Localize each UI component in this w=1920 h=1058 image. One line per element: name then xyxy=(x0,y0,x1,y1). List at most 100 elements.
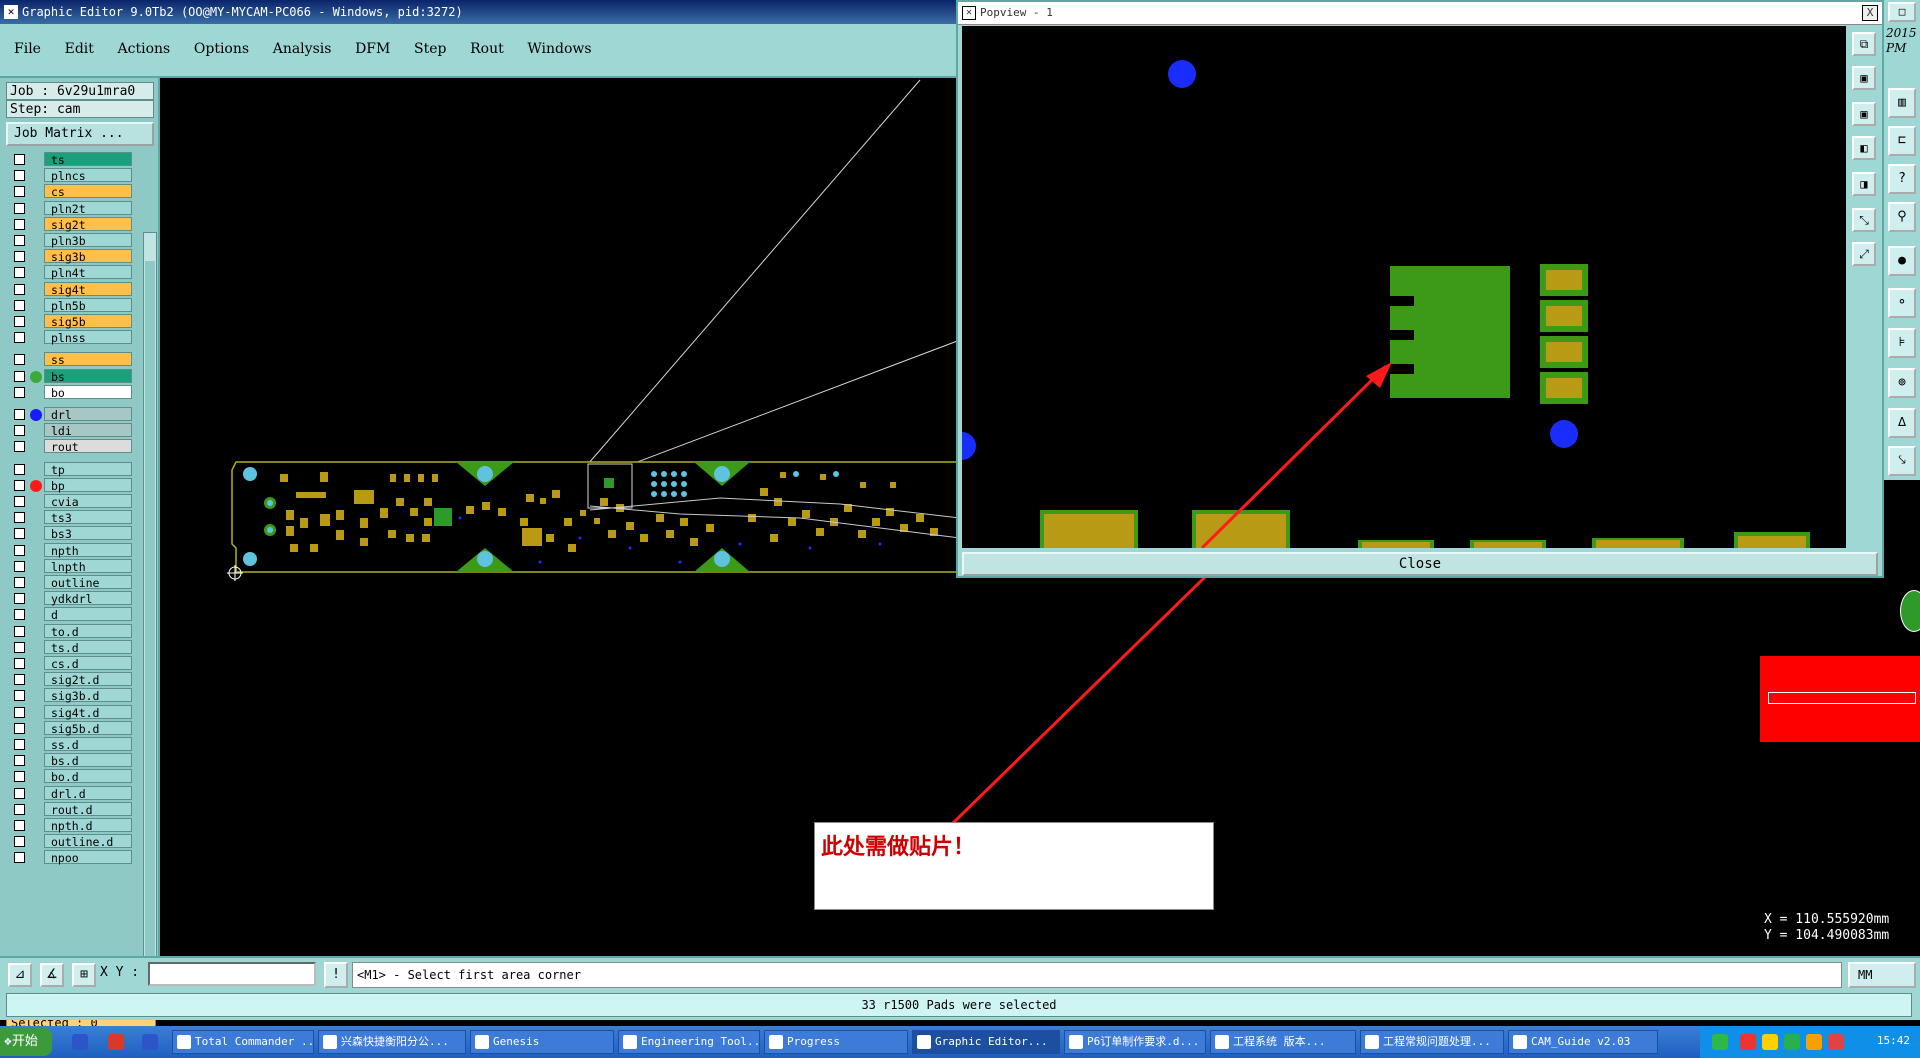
layer-name[interactable]: sig4t.d xyxy=(44,704,132,720)
snap-icon[interactable]: ⊏ xyxy=(1888,126,1916,156)
layer-name[interactable]: outline.d xyxy=(44,834,132,849)
layer-checkbox[interactable] xyxy=(14,479,25,491)
layer-row[interactable]: pln3b xyxy=(6,233,140,248)
layer-row[interactable]: bs.d xyxy=(6,753,140,768)
popview-pan-right-icon[interactable]: ◨ xyxy=(1852,172,1876,196)
layer-row[interactable]: d xyxy=(6,607,140,622)
tray-icon[interactable] xyxy=(1828,1034,1844,1050)
menu-rout[interactable]: Rout xyxy=(470,41,504,57)
popview-close-button[interactable]: Close xyxy=(962,552,1878,576)
layer-row[interactable]: npoo xyxy=(6,850,140,865)
layer-row[interactable]: cvia xyxy=(6,494,140,509)
layer-checkbox[interactable] xyxy=(14,496,25,507)
quicklaunch-icon[interactable] xyxy=(142,1034,158,1050)
layer-checkbox[interactable] xyxy=(14,441,25,453)
layer-name[interactable]: ss xyxy=(44,352,132,367)
scrollbar-thumb[interactable] xyxy=(145,261,155,961)
component-icon[interactable]: ⊚ xyxy=(1888,368,1916,398)
layer-row[interactable]: bo xyxy=(6,384,140,400)
popview-zoom-out-icon[interactable]: ⤢ xyxy=(1852,242,1876,266)
layer-checkbox[interactable] xyxy=(14,316,25,327)
layer-checkbox[interactable] xyxy=(14,409,25,420)
layer-row[interactable]: plnss xyxy=(6,330,140,345)
layer-name[interactable]: plnss xyxy=(44,330,132,345)
layer-row[interactable]: pln5b xyxy=(6,297,140,313)
layer-name[interactable]: sig3b xyxy=(44,249,132,264)
layer-name[interactable]: tp xyxy=(44,461,132,477)
layer-row[interactable]: rout xyxy=(6,439,140,454)
measure-mode-icon[interactable]: ∡ xyxy=(40,963,64,987)
layer-checkbox[interactable] xyxy=(14,186,25,198)
layer-row[interactable]: sig3b.d xyxy=(6,688,140,703)
layer-name[interactable]: rout xyxy=(44,439,132,454)
layer-row[interactable]: bo.d xyxy=(6,769,140,784)
layer-checkbox[interactable] xyxy=(14,528,25,540)
layer-row[interactable]: bp xyxy=(6,477,140,493)
layer-checkbox[interactable] xyxy=(14,852,25,864)
popview-zoom-in-icon[interactable]: ⤡ xyxy=(1852,208,1876,232)
layer-checkbox[interactable] xyxy=(14,577,25,588)
layer-name[interactable]: plncs xyxy=(44,168,132,183)
job-matrix-button[interactable]: Job Matrix ... xyxy=(6,122,154,146)
layer-row[interactable]: outline.d xyxy=(6,834,140,849)
layer-name[interactable]: bo.d xyxy=(44,769,132,784)
popview-pan-up-icon[interactable]: ▣ xyxy=(1852,66,1876,90)
layer-row[interactable]: cs xyxy=(6,184,140,199)
layer-checkbox[interactable] xyxy=(14,299,25,311)
taskbar-item[interactable]: CAM_Guide v2.03 xyxy=(1508,1030,1658,1054)
connect-icon[interactable]: ⚬ xyxy=(1888,288,1916,318)
layer-name[interactable]: sig5b.d xyxy=(44,720,132,736)
layer-checkbox[interactable] xyxy=(14,755,25,767)
layer-row[interactable]: drl xyxy=(6,407,140,422)
layer-checkbox[interactable] xyxy=(14,787,25,799)
layer-name[interactable]: sig3b.d xyxy=(44,688,132,703)
layer-checkbox[interactable] xyxy=(14,544,25,556)
warning-button[interactable]: ! xyxy=(324,962,348,988)
taskbar-item[interactable]: Total Commander ... xyxy=(172,1030,314,1054)
pad-icon[interactable]: ● xyxy=(1888,246,1916,276)
tray-icon[interactable] xyxy=(1740,1034,1756,1050)
menu-dfm[interactable]: DFM xyxy=(355,41,390,57)
taskbar-item[interactable]: P6订单制作要求.d... xyxy=(1064,1030,1206,1054)
layer-checkbox[interactable] xyxy=(14,283,25,295)
restore-icon[interactable]: □ xyxy=(1888,2,1916,22)
layer-checkbox[interactable] xyxy=(14,463,25,475)
layer-checkbox[interactable] xyxy=(14,771,25,783)
taskbar-item[interactable]: 工程系统 版本... xyxy=(1210,1030,1356,1054)
taskbar-item[interactable]: Engineering Tool... xyxy=(618,1030,760,1054)
layer-row[interactable]: bs3 xyxy=(6,526,140,541)
layer-row[interactable]: bs xyxy=(6,368,140,384)
layer-name[interactable]: bp xyxy=(44,477,132,493)
layer-name[interactable]: drl.d xyxy=(44,785,132,801)
help-icon[interactable]: ? xyxy=(1888,164,1916,194)
layer-name[interactable]: sig5b xyxy=(44,314,132,329)
layer-checkbox[interactable] xyxy=(14,593,25,605)
layer-checkbox[interactable] xyxy=(14,370,25,382)
layer-row[interactable]: sig2t xyxy=(6,216,140,232)
layer-row[interactable]: ss xyxy=(6,352,140,367)
layout-icon[interactable]: ▥ xyxy=(1888,88,1916,118)
layer-name[interactable]: sig4t xyxy=(44,281,132,297)
layer-checkbox[interactable] xyxy=(14,674,25,686)
layer-name[interactable]: ss.d xyxy=(44,737,132,752)
layer-name[interactable]: cs.d xyxy=(44,656,132,671)
layer-row[interactable]: drl.d xyxy=(6,785,140,801)
layer-row[interactable]: cs.d xyxy=(6,656,140,671)
layer-name[interactable]: npth.d xyxy=(44,818,132,833)
layer-name[interactable]: pln5b xyxy=(44,297,132,313)
layer-checkbox[interactable] xyxy=(14,722,25,734)
layer-checkbox[interactable] xyxy=(14,820,25,831)
layer-name[interactable]: ts.d xyxy=(44,639,132,655)
menu-actions[interactable]: Actions xyxy=(118,41,171,57)
layer-row[interactable]: plncs xyxy=(6,168,140,183)
layer-name[interactable]: ts3 xyxy=(44,510,132,525)
popview-titlebar[interactable]: ✕ Popview - 1 X xyxy=(958,2,1882,25)
layer-row[interactable]: sig4t.d xyxy=(6,704,140,720)
layer-row[interactable]: sig4t xyxy=(6,281,140,297)
layer-checkbox[interactable] xyxy=(14,739,25,750)
layer-checkbox[interactable] xyxy=(14,154,25,165)
layer-checkbox[interactable] xyxy=(14,386,25,398)
layer-row[interactable]: lnpth xyxy=(6,558,140,574)
layer-row[interactable]: ydkdrl xyxy=(6,591,140,606)
layer-checkbox[interactable] xyxy=(14,425,25,437)
